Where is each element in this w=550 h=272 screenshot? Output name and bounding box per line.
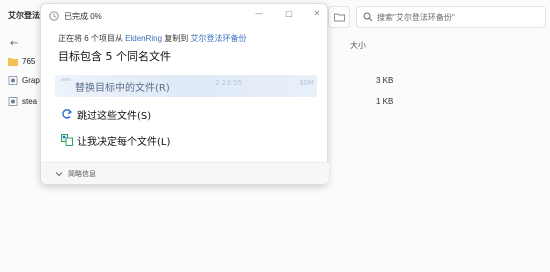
copy-progress-icon bbox=[49, 11, 59, 21]
file-name: stea bbox=[22, 96, 38, 106]
replace-or-skip-dialog: 已完成 0% — □ ✕ 正在将 6 个项目从 EldenRing 复制到 艾尔… bbox=[40, 3, 329, 185]
source-folder-link[interactable]: EldenRing bbox=[125, 34, 162, 43]
folder-icon bbox=[334, 13, 345, 22]
search-input[interactable]: 搜索"艾尔登法环备份" bbox=[356, 6, 546, 28]
search-placeholder: 搜索"艾尔登法环备份" bbox=[377, 13, 455, 22]
fewer-details-label: 简略信息 bbox=[68, 169, 96, 178]
compare-files-icon bbox=[61, 134, 73, 146]
fewer-details-toggle[interactable]: 简略信息 bbox=[41, 162, 329, 184]
file-size: 3 KB bbox=[376, 76, 394, 85]
settings-file-icon bbox=[8, 75, 18, 85]
folder-icon bbox=[8, 57, 18, 66]
file-name: 765 bbox=[22, 56, 36, 66]
copy-summary-prefix: 正在将 6 个项目从 bbox=[58, 34, 126, 43]
file-name: Grap bbox=[22, 75, 40, 85]
search-icon bbox=[363, 12, 373, 22]
file-row[interactable]: Grap bbox=[8, 73, 40, 87]
skip-files-label: 跳过这些文件(S) bbox=[77, 110, 152, 122]
target-folder-link[interactable]: 艾尔登法环备份 bbox=[191, 34, 247, 43]
replace-files-option[interactable]: 替换目标中的文件(R) 2 23:55 30M bbox=[55, 75, 317, 97]
column-header-size[interactable]: 大小 bbox=[350, 40, 366, 51]
decide-each-file-option[interactable]: 让我决定每个文件(L) bbox=[55, 129, 317, 151]
skip-files-option[interactable]: 跳过这些文件(S) bbox=[55, 103, 317, 125]
dialog-title: 已完成 0% bbox=[64, 11, 102, 21]
replace-files-label: 替换目标中的文件(R) bbox=[75, 82, 170, 94]
file-row[interactable]: stea bbox=[8, 94, 37, 108]
copy-summary-mid: 复制到 bbox=[162, 34, 191, 43]
close-button[interactable]: ✕ bbox=[309, 8, 325, 20]
back-arrow-icon[interactable]: ← bbox=[10, 38, 18, 49]
maximize-button[interactable]: □ bbox=[281, 8, 297, 20]
file-row[interactable]: 765 bbox=[8, 54, 35, 68]
chevron-down-icon bbox=[55, 171, 63, 176]
check-icon bbox=[61, 78, 71, 81]
decide-each-file-label: 让我决定每个文件(L) bbox=[77, 136, 171, 148]
settings-file-icon bbox=[8, 96, 18, 106]
dialog-titlebar: 已完成 0% bbox=[49, 8, 102, 24]
ghost-size: 30M bbox=[299, 79, 314, 87]
open-folder-button[interactable] bbox=[328, 6, 350, 28]
minimize-button[interactable]: — bbox=[251, 8, 267, 20]
explorer-tab-title[interactable]: 艾尔登法 bbox=[8, 10, 40, 21]
file-size: 1 KB bbox=[376, 97, 394, 106]
conflict-heading: 目标包含 5 个同名文件 bbox=[58, 50, 171, 63]
copy-summary: 正在将 6 个项目从 EldenRing 复制到 艾尔登法环备份 bbox=[58, 33, 247, 44]
ghost-timestamp: 2 23:55 bbox=[215, 79, 242, 87]
skip-arrow-icon bbox=[62, 108, 73, 119]
